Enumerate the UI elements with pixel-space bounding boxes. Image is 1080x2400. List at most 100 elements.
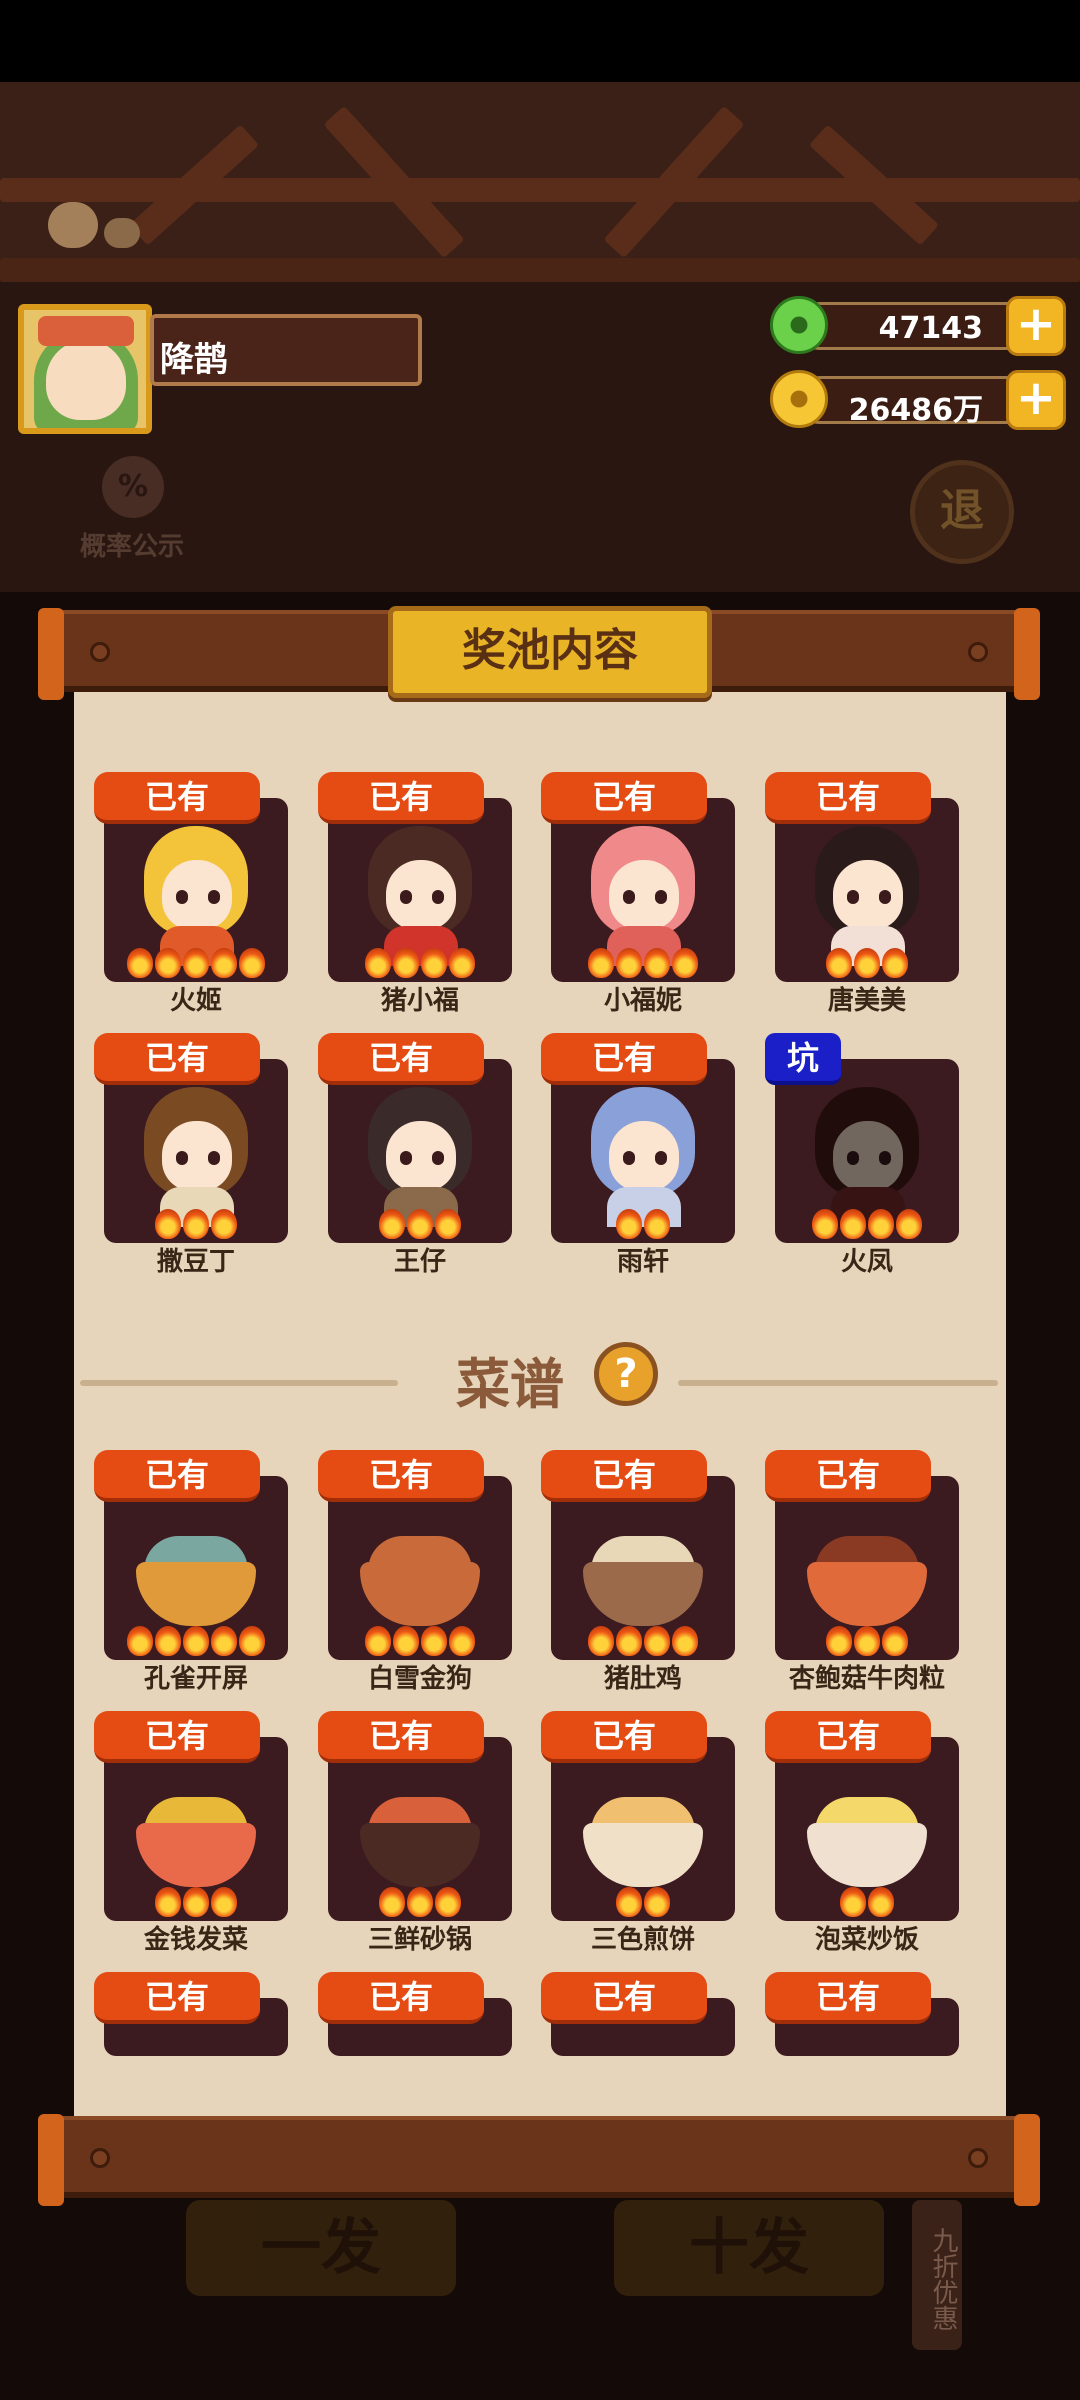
character-card[interactable]: 已有唐美美 [765, 772, 959, 1016]
recipe-card[interactable]: 已有金钱发菜 [94, 1711, 288, 1955]
character-card[interactable]: 坑火凤 [765, 1033, 959, 1277]
owned-badge: 已有 [318, 1033, 484, 1085]
flame-icon [211, 948, 237, 978]
flame-icon [882, 1626, 908, 1656]
flame-icon [868, 1887, 894, 1917]
recipe-card[interactable]: 已有 杏鲍菇牛肉粒 [765, 1450, 959, 1694]
flame-rating [775, 948, 959, 978]
recipe-portrait [551, 1476, 735, 1660]
flame-rating [551, 948, 735, 978]
flame-icon [407, 1887, 433, 1917]
player-avatar[interactable] [18, 304, 152, 434]
status-bar [0, 0, 1080, 82]
recipe-card[interactable]: 已有白雪金狗 [318, 1450, 512, 1694]
flame-icon [449, 1626, 475, 1656]
owned-badge: 已有 [541, 1972, 707, 2024]
flame-rating [104, 1209, 288, 1239]
owned-badge: 已有 [318, 1972, 484, 2024]
probability-button[interactable]: % 概率公示 [62, 456, 202, 566]
flame-icon [826, 1626, 852, 1656]
add-jade-button[interactable]: + [1006, 296, 1066, 356]
character-portrait [775, 1059, 959, 1243]
ten-draw-button[interactable]: 十发 [614, 2200, 884, 2296]
owned-badge: 已有 [541, 1711, 707, 1763]
flame-icon [379, 1209, 405, 1239]
flame-icon [616, 1209, 642, 1239]
owned-badge: 已有 [94, 1450, 260, 1502]
recipe-name: 白雪金狗 [367, 1664, 472, 1694]
recipe-name: 金钱发菜 [143, 1925, 248, 1955]
flame-icon [183, 1626, 209, 1656]
panel-title: 奖池内容 [388, 606, 712, 698]
character-name: 小福妮 [603, 986, 682, 1016]
recipe-name: 泡菜炒饭 [814, 1925, 919, 1955]
flame-rating [104, 1887, 288, 1917]
percent-icon: % [102, 456, 164, 518]
recipe-card[interactable]: 已有 孔雀开屏 [94, 1450, 288, 1694]
character-card[interactable]: 已有 火姬 [94, 772, 288, 1016]
flame-icon [155, 948, 181, 978]
recipe-card[interactable]: 已有 [541, 1972, 735, 2118]
flame-rating [551, 1626, 735, 1656]
recipe-card[interactable]: 已有三色煎饼 [541, 1711, 735, 1955]
chick-decoration-icon [48, 192, 158, 252]
character-portrait [551, 1059, 735, 1243]
owned-badge: 已有 [541, 1450, 707, 1502]
character-name: 王仔 [393, 1247, 446, 1277]
recipe-portrait [104, 1737, 288, 1921]
recipe-card[interactable]: 已有 [765, 1972, 959, 2118]
recipe-card[interactable]: 已有 猪肚鸡 [541, 1450, 735, 1694]
owned-badge: 已有 [318, 1450, 484, 1502]
recipe-name: 杏鲍菇牛肉粒 [788, 1664, 945, 1694]
recipe-card[interactable]: 已有 泡菜炒饭 [765, 1711, 959, 1955]
exit-button[interactable]: 退 [910, 460, 1014, 564]
owned-badge: 已有 [94, 772, 260, 824]
character-portrait [775, 798, 959, 982]
flame-icon [882, 948, 908, 978]
flame-icon [393, 1626, 419, 1656]
character-card[interactable]: 已有 雨轩 [541, 1033, 735, 1277]
roof-beams [0, 82, 1080, 282]
owned-badge: 已有 [94, 1711, 260, 1763]
add-gold-button[interactable]: + [1006, 370, 1066, 430]
recipe-card[interactable]: 已有 三鲜砂锅 [318, 1711, 512, 1955]
character-card[interactable]: 已有王仔 [318, 1033, 512, 1277]
flame-rating [328, 1887, 512, 1917]
recipe-portrait [775, 1476, 959, 1660]
character-name: 火凤 [840, 1247, 893, 1277]
flame-icon [616, 948, 642, 978]
character-card[interactable]: 已有 撒豆丁 [94, 1033, 288, 1277]
divider-right [678, 1380, 998, 1386]
flame-rating [775, 1209, 959, 1239]
owned-badge: 已有 [765, 772, 931, 824]
character-name: 唐美美 [827, 986, 906, 1016]
flame-icon [896, 1209, 922, 1239]
flame-icon [644, 1887, 670, 1917]
owned-badge: 已有 [541, 772, 707, 824]
character-card[interactable]: 已有小福妮 [541, 772, 735, 1016]
flame-rating [328, 1626, 512, 1656]
flame-rating [328, 1209, 512, 1239]
flame-icon [672, 1626, 698, 1656]
recipe-portrait [551, 1737, 735, 1921]
flame-icon [840, 1887, 866, 1917]
flame-icon [588, 1626, 614, 1656]
help-button[interactable]: ? [594, 1342, 658, 1406]
recipe-card[interactable]: 已有 [318, 1972, 512, 2118]
pit-badge: 坑 [765, 1033, 841, 1085]
flame-rating [104, 948, 288, 978]
flame-icon [588, 948, 614, 978]
flame-icon [616, 1626, 642, 1656]
recipe-card[interactable]: 已有 [94, 1972, 288, 2118]
flame-icon [127, 1626, 153, 1656]
character-portrait [328, 1059, 512, 1243]
recipe-name: 三色煎饼 [590, 1925, 695, 1955]
gold-coin-icon [770, 370, 828, 428]
recipe-portrait [328, 1737, 512, 1921]
owned-badge: 已有 [318, 1711, 484, 1763]
character-card[interactable]: 已有 猪小福 [318, 772, 512, 1016]
single-draw-button[interactable]: 一发 [186, 2200, 456, 2296]
flame-icon [239, 948, 265, 978]
prize-pool-panel: 已有 火姬 已有 猪小福 已有 小福妮 已有 唐美美 已有 撒豆丁 已有 王仔 已有 雨轩 [74, 690, 1006, 2118]
character-name: 撒豆丁 [156, 1247, 235, 1277]
